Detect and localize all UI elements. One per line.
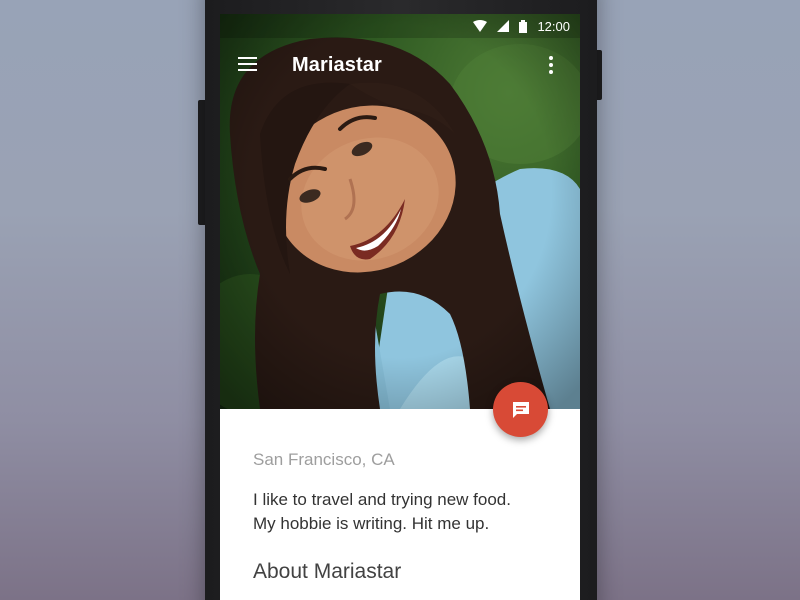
app-title: Mariastar — [292, 54, 382, 76]
bio-line: My hobbie is writing. Hit me up. — [253, 514, 490, 533]
profile-photo: 12:00 Mariastar — [220, 14, 580, 409]
profile-bio: I like to travel and trying new food. My… — [253, 488, 573, 536]
chat-icon — [512, 401, 529, 418]
chat-button[interactable] — [493, 382, 548, 437]
signal-icon — [497, 20, 510, 32]
status-bar: 12:00 — [220, 14, 580, 38]
power-button — [597, 50, 602, 100]
menu-icon[interactable] — [238, 57, 258, 73]
profile-location: San Francisco, CA — [253, 450, 395, 469]
app-bar: Mariastar — [220, 38, 580, 94]
volume-button — [198, 100, 205, 225]
more-vert-icon[interactable] — [546, 56, 556, 76]
about-section-title: About Mariastar — [253, 560, 402, 583]
phone-screen: 12:00 Mariastar San Francisco, CA I like… — [220, 14, 580, 600]
battery-icon — [519, 19, 528, 33]
bio-line: I like to travel and trying new food. — [253, 490, 511, 509]
status-time: 12:00 — [537, 18, 570, 34]
wifi-icon — [473, 20, 488, 32]
